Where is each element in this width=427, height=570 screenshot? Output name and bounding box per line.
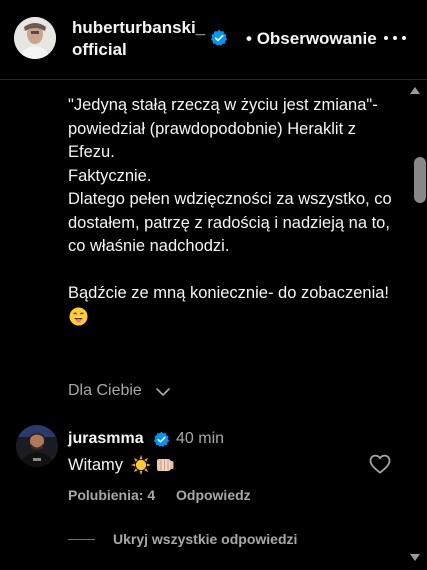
author-avatar[interactable] — [14, 17, 56, 59]
scroll-up-arrow-icon[interactable] — [410, 86, 420, 94]
chevron-down-icon[interactable] — [155, 386, 171, 398]
fist-bump-emoji-icon — [157, 459, 174, 471]
follow-status-button[interactable]: • Obserwowanie — [246, 29, 377, 49]
post-header: huberturbanski_ official • Obserwowanie — [0, 0, 427, 80]
caption-paragraph: Faktycznie. — [68, 166, 152, 185]
comment-likes-count[interactable]: Polubienia: 4 — [68, 487, 155, 503]
caption-paragraph: Dlatego pełen wdzięczności za wszystko, … — [68, 190, 392, 255]
replies-divider-line — [68, 539, 95, 540]
commenter-avatar[interactable] — [16, 425, 58, 467]
scrollbar-thumb[interactable] — [414, 157, 426, 203]
reply-button[interactable]: Odpowiedz — [176, 487, 251, 503]
caption-paragraph-last: Bądźcie ze mną koniecznie- do zobaczenia… — [68, 282, 400, 329]
follow-status-label: Obserwowanie — [256, 29, 377, 48]
comment-username[interactable]: jurasmma — [68, 430, 144, 448]
grinning-face-with-tongue-icon — [69, 306, 88, 326]
like-heart-icon[interactable] — [369, 454, 391, 474]
verified-badge-icon — [210, 29, 228, 46]
hide-replies-button[interactable]: Ukryj wszystkie odpowiedzi — [113, 531, 297, 547]
more-options-icon[interactable] — [383, 26, 407, 50]
bullet-separator: • — [246, 29, 257, 48]
sun-emoji-icon — [131, 455, 151, 475]
verified-badge-icon — [153, 431, 170, 447]
for-you-dropdown[interactable]: Dla Ciebie — [68, 382, 142, 400]
comment-text: Witamy — [68, 456, 123, 474]
caption-paragraph: "Jedyną stałą rzeczą w życiu jest zmiana… — [68, 96, 378, 161]
post-caption: "Jedyną stałą rzeczą w życiu jest zmiana… — [68, 94, 400, 329]
comment-timestamp[interactable]: 40 min — [176, 430, 224, 448]
caption-closing-text: Bądźcie ze mną koniecznie- do zobaczenia… — [68, 284, 390, 302]
scroll-down-arrow-icon[interactable] — [410, 554, 420, 562]
